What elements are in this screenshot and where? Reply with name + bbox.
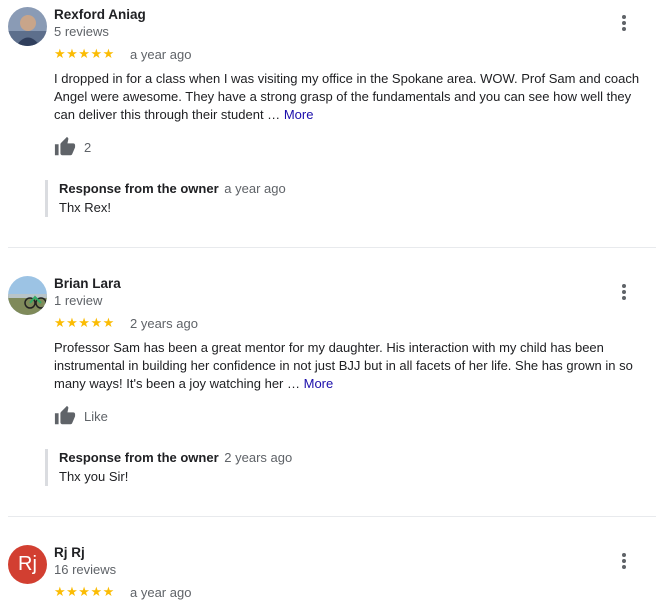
- review-count[interactable]: 16 reviews: [54, 562, 116, 577]
- thumbs-up-icon: [54, 405, 76, 425]
- more-options-icon[interactable]: [614, 282, 634, 302]
- more-options-icon[interactable]: [614, 551, 634, 571]
- like-button[interactable]: 2: [54, 136, 91, 158]
- like-count: 2: [84, 139, 92, 155]
- review-body: I dropped in for a class when I was visi…: [54, 71, 640, 122]
- thumbs-up-icon: [54, 136, 76, 156]
- divider: [8, 247, 656, 248]
- owner-response: Response from the owner 2 years ago Thx …: [45, 449, 619, 486]
- more-options-icon[interactable]: [614, 13, 634, 33]
- review-body: Professor Sam has been a great mentor fo…: [54, 340, 633, 391]
- review-date: a year ago: [130, 47, 192, 62]
- review-text: Professor Sam has been a great mentor fo…: [54, 339, 654, 393]
- avatar[interactable]: [8, 7, 47, 46]
- response-date: a year ago: [224, 181, 286, 196]
- like-button[interactable]: Like: [54, 405, 108, 427]
- review-count[interactable]: 5 reviews: [54, 24, 109, 39]
- response-title: Response from the owner: [59, 181, 219, 196]
- review-date: a year ago: [130, 585, 192, 600]
- more-link[interactable]: More: [284, 107, 314, 122]
- response-date: 2 years ago: [224, 450, 293, 465]
- star-rating: ★★★★★: [54, 315, 115, 330]
- response-title: Response from the owner: [59, 450, 219, 465]
- avatar[interactable]: Rj: [8, 545, 47, 584]
- reviewer-name[interactable]: Rexford Aniag: [54, 7, 146, 22]
- review-date: 2 years ago: [130, 316, 198, 331]
- like-label: Like: [84, 408, 108, 424]
- reviewer-name[interactable]: Brian Lara: [54, 276, 121, 291]
- divider: [8, 516, 656, 517]
- response-text: Thx Rex!: [59, 200, 112, 215]
- more-link[interactable]: More: [304, 376, 334, 391]
- reviewer-name[interactable]: Rj Rj: [54, 545, 85, 560]
- review-count[interactable]: 1 review: [54, 293, 102, 308]
- review-text: I dropped in for a class when I was visi…: [54, 70, 654, 124]
- avatar[interactable]: [8, 276, 47, 315]
- star-rating: ★★★★★: [54, 584, 115, 599]
- star-rating: ★★★★★: [54, 46, 115, 61]
- owner-response: Response from the owner a year ago Thx R…: [45, 180, 619, 217]
- response-text: Thx you Sir!: [59, 469, 129, 484]
